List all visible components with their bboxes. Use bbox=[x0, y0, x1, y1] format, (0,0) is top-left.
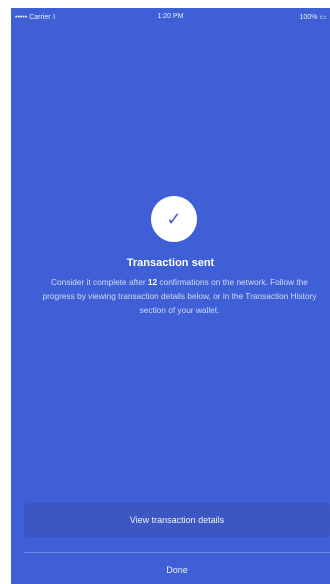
battery-status: 100% ▭ bbox=[300, 13, 326, 21]
battery-percentage: 100% bbox=[299, 14, 318, 21]
done-button[interactable]: Done bbox=[24, 557, 330, 583]
action-divider bbox=[24, 552, 330, 553]
status-time: 1:20 PM bbox=[157, 13, 184, 20]
success-message: Consider it complete after 12 confirmati… bbox=[41, 275, 318, 317]
confirmation-count: 12 bbox=[147, 277, 158, 287]
transaction-sent-screen: ••••• Carrier ⌇ 1:20 PM 100% ▭ ✓ Transac… bbox=[11, 8, 330, 584]
checkmark-icon: ✓ bbox=[151, 196, 197, 242]
status-bar: ••••• Carrier ⌇ 1:20 PM 100% ▭ bbox=[11, 8, 330, 28]
success-title: Transaction sent bbox=[126, 257, 215, 269]
view-transaction-details-button[interactable]: View transaction details bbox=[24, 503, 330, 537]
message-before: Consider it complete after bbox=[51, 277, 148, 287]
battery-icon: ▭ bbox=[319, 14, 326, 21]
app-frame: ••••• Carrier ⌇ 1:20 PM 100% ▭ ✓ Transac… bbox=[0, 0, 330, 584]
